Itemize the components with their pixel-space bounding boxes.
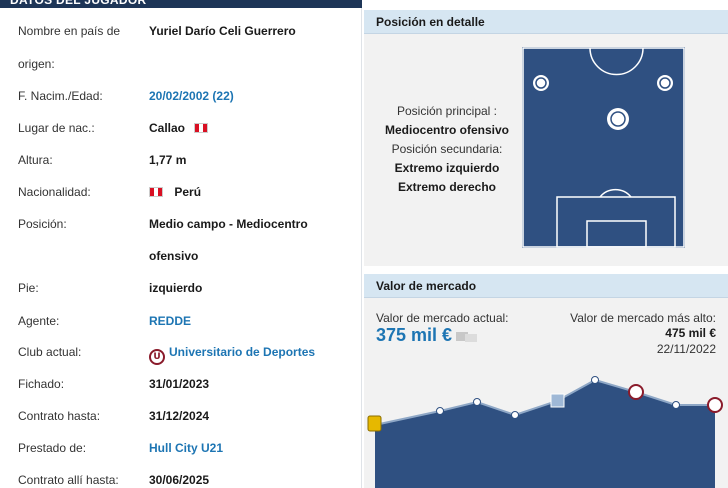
market-value-chart bbox=[367, 376, 723, 488]
universitario-crest-icon[interactable]: U bbox=[149, 349, 165, 365]
chart-point[interactable] bbox=[473, 398, 481, 406]
secondary-position-value: Extremo derecho bbox=[397, 180, 497, 194]
info-label-birthplace: Lugar de nac.: bbox=[18, 121, 95, 135]
info-value-position-cont: ofensivo bbox=[149, 249, 199, 263]
position-pitch bbox=[522, 47, 685, 248]
info-value-club: U Universitario de Deportes bbox=[149, 345, 315, 365]
position-panel-title: Posición en detalle bbox=[364, 10, 728, 34]
info-value-birthplace: Callao bbox=[149, 121, 209, 135]
info-value-loan-contract: 30/06/2025 bbox=[149, 473, 210, 487]
info-value-contract: 31/12/2024 bbox=[149, 409, 210, 423]
flag-peru-icon bbox=[194, 123, 209, 133]
current-value-label: Valor de mercado actual: bbox=[376, 311, 509, 325]
info-label-birth: F. Nacim./Edad: bbox=[18, 89, 103, 103]
universitario-crest-point-icon[interactable] bbox=[707, 397, 723, 413]
highest-value: 475 mil € bbox=[665, 326, 716, 340]
chart-area bbox=[375, 380, 715, 488]
value-trend-icon[interactable] bbox=[456, 330, 478, 342]
info-label-contract: Contrato hasta: bbox=[18, 409, 101, 423]
chart-point[interactable] bbox=[436, 407, 444, 415]
info-label-name: Nombre en país de bbox=[18, 24, 121, 38]
info-value-nationality: Perú bbox=[149, 185, 201, 199]
info-label-agent: Agente: bbox=[18, 314, 60, 328]
club-link[interactable]: Universitario de Deportes bbox=[169, 345, 315, 359]
chart-point[interactable] bbox=[591, 376, 599, 384]
main-position-value: Mediocentro ofensivo bbox=[384, 123, 509, 137]
info-label-foot: Pie: bbox=[18, 281, 39, 295]
info-label-position: Posición: bbox=[18, 217, 67, 231]
info-label-name-cont: origen: bbox=[18, 57, 55, 71]
chart-point[interactable] bbox=[511, 411, 519, 419]
info-value-foot: izquierdo bbox=[149, 281, 203, 295]
universitario-crest-point-icon[interactable] bbox=[628, 384, 644, 400]
main-position-label: Posición principal : bbox=[396, 104, 498, 118]
current-value: 375 mil € bbox=[376, 325, 453, 345]
info-label-signed: Fichado: bbox=[18, 377, 65, 391]
info-label-nationality: Nacionalidad: bbox=[18, 185, 91, 199]
position-marker-right-winger bbox=[657, 75, 673, 91]
market-value-panel-title: Valor de mercado bbox=[364, 274, 728, 298]
info-value-position: Medio campo - Mediocentro bbox=[149, 217, 308, 231]
info-label-height: Altura: bbox=[18, 153, 53, 167]
chart-point[interactable] bbox=[672, 401, 680, 409]
highest-value-date: 22/11/2022 bbox=[656, 342, 716, 356]
nationality-text: Perú bbox=[174, 185, 202, 199]
info-label-loan-contract: Contrato allí hasta: bbox=[18, 473, 119, 487]
position-marker-left-winger bbox=[533, 75, 549, 91]
info-value-signed: 31/01/2023 bbox=[149, 377, 210, 391]
agent-link[interactable]: REDDE bbox=[149, 314, 191, 328]
info-label-loan: Prestado de: bbox=[18, 441, 87, 455]
club-crest-point-icon[interactable] bbox=[550, 393, 565, 408]
club-crest-point-icon[interactable] bbox=[367, 415, 382, 432]
secondary-position-label: Posición secundaria: bbox=[391, 142, 503, 156]
highest-value-label: Valor de mercado más alto: bbox=[570, 311, 716, 325]
birthdate-link[interactable]: 20/02/2002 (22) bbox=[149, 89, 234, 103]
birthplace-text: Callao bbox=[149, 121, 186, 135]
secondary-position-value: Extremo izquierdo bbox=[394, 161, 500, 175]
info-label-club: Club actual: bbox=[18, 345, 82, 359]
player-data-header: DATOS DEL JUGADOR bbox=[0, 0, 362, 8]
loan-club-link[interactable]: Hull City U21 bbox=[149, 441, 223, 455]
flag-peru-icon bbox=[149, 187, 163, 197]
info-value-height: 1,77 m bbox=[149, 153, 187, 167]
position-marker-attacking-mid bbox=[607, 108, 629, 130]
info-value-name: Yuriel Darío Celi Guerrero bbox=[149, 24, 296, 38]
position-text: Posición principal : Mediocentro ofensiv… bbox=[374, 102, 520, 197]
